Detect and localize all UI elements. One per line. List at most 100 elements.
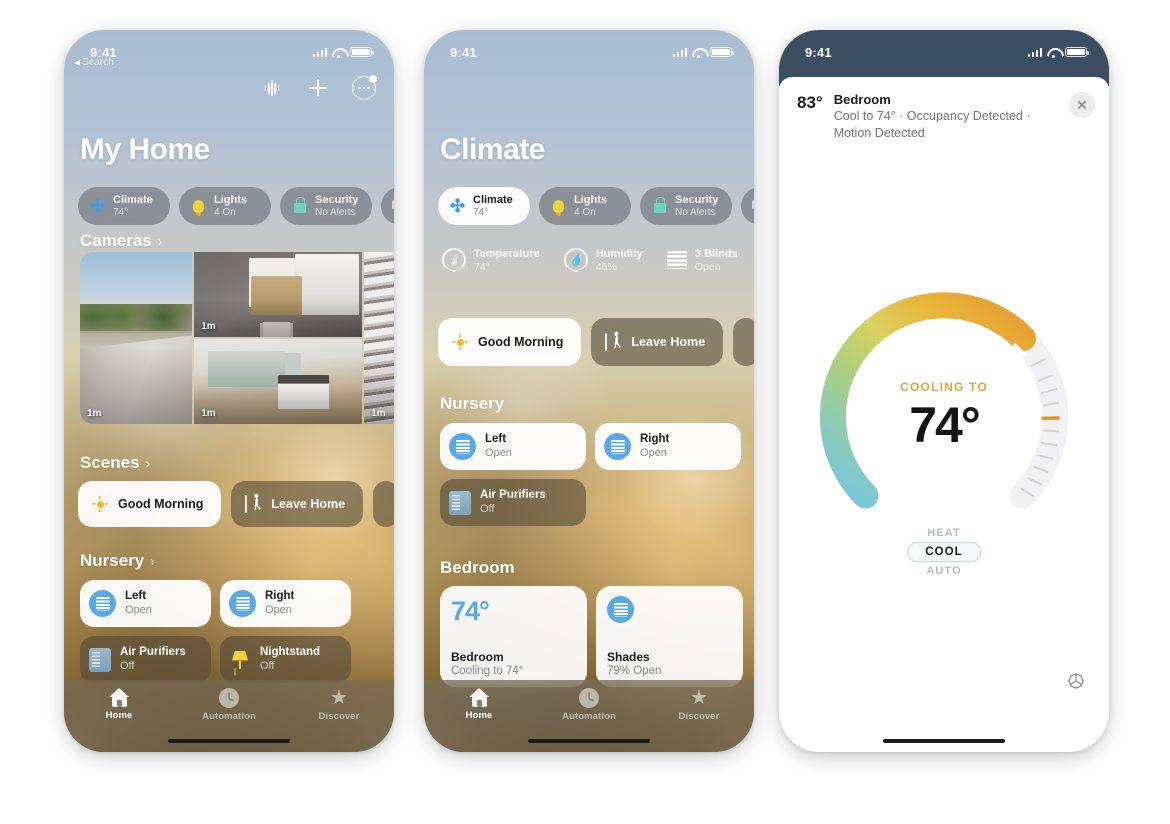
nursery-section-header[interactable]: Nursery › <box>80 551 155 571</box>
mode-heat[interactable]: HEAT <box>907 525 981 541</box>
speaker-tv-icon <box>392 199 394 213</box>
tile-air-purifiers[interactable]: Air Purifiers Off <box>440 479 586 526</box>
tile-bedroom-shades[interactable]: Shades 79% Open <box>596 586 743 687</box>
pill-climate[interactable]: Climate 74° <box>438 187 530 225</box>
phone-2-climate-screen: 9:41 Climate Climate 74° <box>424 30 754 752</box>
scene-more[interactable] <box>733 318 754 366</box>
tile-state: Open <box>640 446 667 459</box>
status-time: 9:41 <box>805 44 832 60</box>
mode-cool[interactable]: COOL <box>907 542 981 562</box>
status-indicators <box>312 46 374 58</box>
plus-icon[interactable] <box>306 76 330 100</box>
pill-security[interactable]: Security No Alerts <box>280 187 372 225</box>
tile-bedroom-thermostat[interactable]: 74° Bedroom Cooling to 74° <box>440 586 587 687</box>
status-value: Open <box>694 260 721 273</box>
scene-leave-home[interactable]: Leave Home <box>591 318 724 366</box>
tile-title: Nightstand <box>260 646 321 658</box>
blind-icon <box>449 433 476 460</box>
phone-3-thermostat-detail: 9:41 83° Bedroom Cool to 74° · Occupancy… <box>779 30 1109 752</box>
pill-subtitle: 4 On <box>574 206 596 218</box>
tab-home[interactable]: Home <box>64 688 174 721</box>
pill-climate[interactable]: Climate 74° <box>78 187 170 225</box>
phone-1-screen: 9:41 ◀ Search My Home ✣ Climate 74° Ligh… <box>64 30 394 752</box>
detail-header: 83° Bedroom Cool to 74° · Occupancy Dete… <box>797 92 1095 141</box>
battery-icon <box>350 46 374 58</box>
bedroom-tiles: 74° Bedroom Cooling to 74° Shades 79% Op… <box>440 586 743 687</box>
nursery-camera[interactable]: 1m <box>194 252 363 337</box>
pill-lights[interactable]: Lights 4 On <box>539 187 631 225</box>
tile-left-blind[interactable]: Left Open <box>80 580 211 627</box>
status-bar: 9:41 <box>779 30 1109 66</box>
tile-left-blind[interactable]: Left Open <box>440 423 586 470</box>
stairs-camera[interactable]: 1m <box>364 252 394 424</box>
tile-state: 79% Open <box>607 665 662 677</box>
scene-good-morning[interactable]: Good Morning <box>438 318 582 366</box>
tile-state: Open <box>125 603 152 616</box>
driveway-camera[interactable]: 1m <box>80 252 193 424</box>
camera-timestamp: 1m <box>87 408 102 419</box>
section-label: Nursery <box>80 551 145 570</box>
tile-temperature: 74° <box>451 596 490 626</box>
thermometer-gauge-icon: 🌡 <box>442 248 466 273</box>
back-to-search-link[interactable]: ◀ Search <box>74 57 114 68</box>
scene-good-morning[interactable]: Good Morning <box>78 481 222 527</box>
mode-auto[interactable]: AUTO <box>907 563 981 579</box>
cameras-section-header[interactable]: Cameras › <box>80 231 163 251</box>
tile-state: Off <box>480 502 495 515</box>
scenes-row: Good Morning Leave Home <box>78 481 394 527</box>
gear-icon[interactable] <box>1065 670 1087 692</box>
status-value: 74° <box>474 260 490 273</box>
nursery-tiles: Left Open Right Open Air Purifiers Off <box>80 580 380 683</box>
tab-discover[interactable]: ★ Discover <box>644 688 754 722</box>
scene-leave-home[interactable]: Leave Home <box>231 481 364 527</box>
wifi-icon <box>332 47 345 58</box>
tab-discover[interactable]: ★ Discover <box>284 688 394 722</box>
pill-subtitle: 4 On <box>214 206 236 218</box>
status-indicators <box>1027 46 1089 58</box>
section-label: Nursery <box>440 394 505 413</box>
page-title: My Home <box>80 133 210 166</box>
pill-security[interactable]: Security No Alerts <box>640 187 732 225</box>
pill-lights[interactable]: Lights 4 On <box>179 187 271 225</box>
tab-automation[interactable]: Automation <box>534 688 644 722</box>
accessory-name: Bedroom <box>833 92 891 107</box>
living-room-camera[interactable]: 1m <box>194 339 363 424</box>
tile-title: Bedroom <box>451 650 504 664</box>
nursery-tiles: Left Open Right Open Air Purifiers Off <box>440 423 750 526</box>
tile-title: Left <box>125 590 147 602</box>
waveform-icon[interactable] <box>260 76 284 100</box>
tab-home[interactable]: Home <box>424 688 534 721</box>
dial-target-temperature: 74° <box>909 397 981 453</box>
climate-status-row: 🌡 Temperature 74° 💧 Humidity 46% 3 Blind… <box>442 248 754 273</box>
camera-shade <box>194 252 363 337</box>
tab-automation[interactable]: Automation <box>174 688 284 722</box>
status-blinds[interactable]: 3 Blinds Open <box>666 248 738 273</box>
thermostat-dial[interactable]: COOLING TO 74° <box>819 292 1069 542</box>
walk-icon <box>605 333 621 351</box>
clock-icon <box>219 688 239 708</box>
lamp-icon <box>229 648 251 672</box>
pill-speakers[interactable] <box>741 187 754 225</box>
scenes-row: Good Morning Leave Home <box>438 318 754 366</box>
home-indicator <box>883 738 1005 743</box>
battery-icon <box>710 46 734 58</box>
status-indicators <box>672 46 734 58</box>
pill-speakers[interactable] <box>381 187 394 225</box>
camera-shade <box>364 252 394 424</box>
tile-right-blind[interactable]: Right Open <box>595 423 741 470</box>
tile-air-purifiers[interactable]: Air Purifiers Off <box>80 636 211 683</box>
tile-right-blind[interactable]: Right Open <box>220 580 351 627</box>
blind-icon <box>607 596 634 623</box>
status-title: Humidity <box>595 248 643 260</box>
status-humidity[interactable]: 💧 Humidity 46% <box>563 248 643 273</box>
close-icon[interactable]: ✕ <box>1069 92 1095 118</box>
wifi-icon <box>692 47 705 58</box>
more-circle-icon[interactable] <box>352 75 377 100</box>
tile-nightstand[interactable]: Nightstand Off <box>220 636 351 683</box>
star-icon: ★ <box>330 687 348 709</box>
scenes-section-header[interactable]: Scenes › <box>80 453 150 473</box>
status-temperature[interactable]: 🌡 Temperature 74° <box>442 248 540 273</box>
scene-more[interactable] <box>373 481 394 527</box>
status-time: 9:41 <box>450 44 477 60</box>
scene-label: Good Morning <box>118 497 204 511</box>
